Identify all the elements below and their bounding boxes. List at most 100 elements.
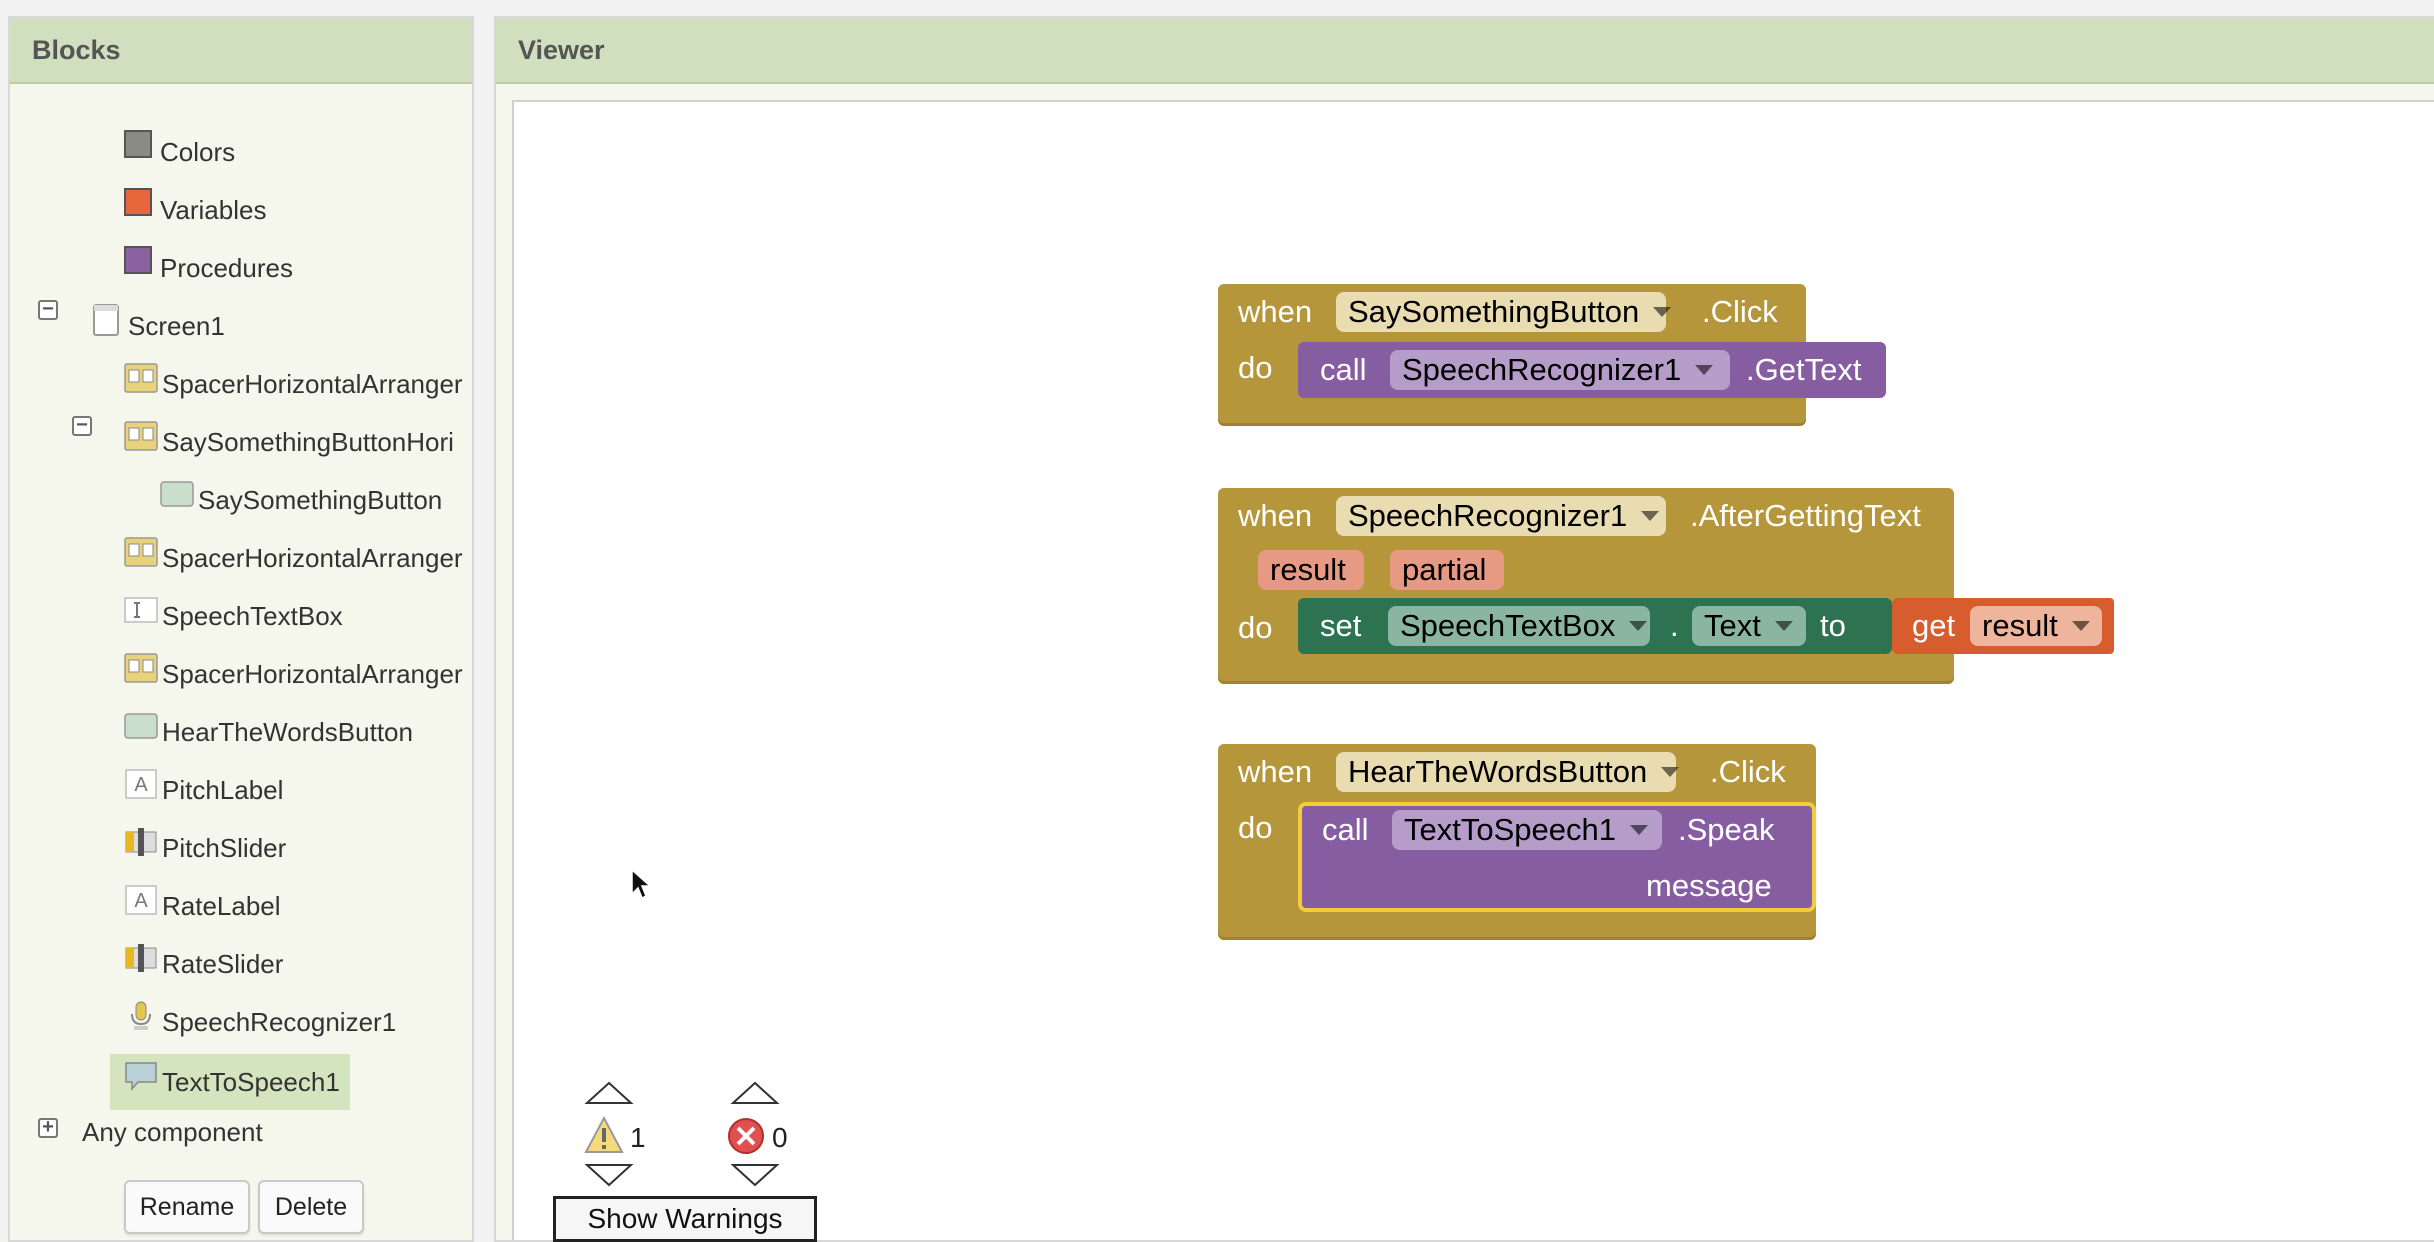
param-result[interactable]: result — [1258, 550, 1364, 590]
call-block-get-text[interactable]: call SpeechRecognizer1 .GetText — [1298, 342, 1886, 398]
param-name: partial — [1402, 552, 1487, 587]
tree-item-label: PitchSlider — [162, 832, 287, 863]
tree-item-colors[interactable]: Colors — [124, 130, 235, 174]
warning-count: 1 — [630, 1122, 646, 1153]
chevron-down-icon — [1629, 825, 1648, 835]
target-dropdown[interactable]: SpeechTextBox — [1388, 606, 1650, 646]
component-dropdown[interactable]: HearTheWordsButton — [1336, 752, 1680, 792]
tree-item-spacer-horizontal-arrangement-3[interactable]: SpacerHorizontalArranger — [124, 652, 463, 696]
tree-item-speech-textbox[interactable]: SpeechTextBox — [124, 594, 343, 638]
tree-item-procedures[interactable]: Procedures — [124, 246, 293, 290]
do-keyword: do — [1238, 610, 1273, 645]
get-variable-block[interactable]: get result — [1892, 598, 2114, 654]
target-dropdown[interactable]: SpeechRecognizer1 — [1390, 350, 1730, 390]
tree-item-any-component[interactable]: Any component — [82, 1110, 263, 1154]
warning-icon — [584, 1116, 624, 1153]
chevron-down-icon — [1629, 621, 1648, 631]
variable-dropdown[interactable]: result — [1970, 606, 2102, 646]
horizontal-arrangement-icon — [124, 653, 158, 683]
tree-item-label: SaySomethingButton — [198, 484, 443, 515]
property-dropdown[interactable]: Text — [1692, 606, 1806, 646]
horizontal-arrangement-icon — [124, 363, 158, 393]
tree-item-spacer-horizontal-arrangement-2[interactable]: SpacerHorizontalArranger — [124, 536, 463, 580]
component-name: SaySomethingButton — [1348, 294, 1640, 329]
do-keyword: do — [1238, 350, 1273, 385]
when-keyword: when — [1238, 498, 1313, 533]
tree-item-label: HearTheWordsButton — [162, 716, 413, 747]
warning-prev-arrow-icon[interactable] — [584, 1080, 634, 1106]
do-keyword: do — [1238, 810, 1273, 845]
when-keyword: when — [1238, 294, 1313, 329]
tree-item-label: SpeechTextBox — [162, 600, 343, 631]
param-partial[interactable]: partial — [1390, 550, 1504, 590]
method-name: .GetText — [1746, 352, 1862, 387]
slider-icon — [125, 944, 157, 972]
tree-item-label: Procedures — [160, 252, 293, 283]
component-dropdown[interactable]: SaySomethingButton — [1336, 292, 1672, 332]
collapse-saysomething-arrangement-toggle[interactable]: − — [72, 415, 92, 436]
tree-item-text-to-speech[interactable]: TextToSpeech1 — [110, 1054, 350, 1110]
tree-item-label: SaySomethingButtonHori — [162, 426, 454, 457]
call-block-speak[interactable]: call TextToSpeech1 .Speak message — [1298, 802, 1816, 912]
event-name: .Click — [1702, 294, 1778, 329]
horizontal-arrangement-icon — [124, 537, 158, 567]
chevron-down-icon — [1774, 621, 1793, 631]
param-name: result — [1270, 552, 1346, 587]
call-keyword: call — [1320, 352, 1367, 387]
to-keyword: to — [1820, 608, 1846, 643]
target-name: SpeechRecognizer1 — [1402, 352, 1682, 387]
error-prev-arrow-icon[interactable] — [730, 1080, 780, 1106]
tree-item-speech-recognizer[interactable]: SpeechRecognizer1 — [124, 1000, 396, 1044]
collapse-screen1-toggle[interactable]: − — [38, 299, 58, 320]
tree-item-spacer-horizontal-arrangement-1[interactable]: SpacerHorizontalArranger — [124, 362, 463, 406]
expand-any-component-toggle[interactable]: + — [38, 1117, 58, 1138]
event-name: .Click — [1710, 754, 1786, 789]
component-tree[interactable]: Colors Variables Procedures − Screen1 Sp… — [10, 86, 472, 1240]
mouse-cursor-icon — [631, 868, 652, 900]
chevron-down-icon — [1661, 767, 1680, 777]
target-dropdown[interactable]: TextToSpeech1 — [1392, 810, 1662, 850]
set-block-textbox-text[interactable]: set SpeechTextBox . Text to — [1298, 598, 1892, 654]
button-icon — [124, 713, 158, 739]
delete-button[interactable]: Delete — [258, 1180, 364, 1234]
button-icon — [160, 481, 194, 507]
slider-icon — [125, 828, 157, 856]
event-block-after-getting-text[interactable]: when SpeechRecognizer1 .AfterGettingText… — [1218, 488, 1954, 684]
svg-text:A: A — [134, 774, 148, 796]
screen-icon — [93, 304, 119, 336]
viewer-panel-title: Viewer — [518, 34, 605, 65]
tree-item-pitch-slider[interactable]: PitchSlider — [124, 826, 286, 870]
label-icon: A — [125, 769, 157, 799]
component-name: HearTheWordsButton — [1348, 754, 1648, 789]
tree-item-label: RateSlider — [162, 948, 284, 979]
component-dropdown[interactable]: SpeechRecognizer1 — [1336, 496, 1666, 536]
tree-item-label: SpeechRecognizer1 — [162, 1006, 397, 1037]
blocks-panel: Blocks Colors Variables Procedures − Scr… — [8, 16, 474, 1242]
tree-item-saysomething-button[interactable]: SaySomethingButton — [160, 478, 442, 522]
warning-next-arrow-icon[interactable] — [584, 1162, 634, 1188]
tree-item-rate-slider[interactable]: RateSlider — [124, 942, 283, 986]
tree-item-label: Variables — [160, 194, 267, 225]
tree-item-variables[interactable]: Variables — [124, 188, 266, 232]
blocks-panel-header: Blocks — [10, 18, 472, 84]
tree-item-pitch-label[interactable]: A PitchLabel — [124, 768, 283, 812]
tree-item-saysomething-arrangement[interactable]: SaySomethingButtonHori — [124, 420, 454, 464]
speech-bubble-icon — [125, 1062, 157, 1092]
variable-name: result — [1982, 608, 2058, 643]
tree-item-label: SpacerHorizontalArranger — [162, 658, 463, 689]
error-next-arrow-icon[interactable] — [730, 1162, 780, 1188]
call-keyword: call — [1322, 812, 1369, 847]
argument-label: message — [1646, 868, 1772, 903]
method-name: .Speak — [1678, 812, 1775, 847]
tree-item-rate-label[interactable]: A RateLabel — [124, 884, 281, 928]
property-name: Text — [1704, 608, 1761, 643]
when-keyword: when — [1238, 754, 1313, 789]
get-keyword: get — [1912, 608, 1956, 643]
tree-item-screen1[interactable]: Screen1 — [90, 304, 225, 348]
tree-item-label: SpacerHorizontalArranger — [162, 542, 463, 573]
rename-button[interactable]: Rename — [124, 1180, 250, 1234]
show-warnings-button[interactable]: Show Warnings — [553, 1196, 817, 1242]
textbox-icon — [124, 597, 158, 623]
tree-item-hearthewords-button[interactable]: HearTheWordsButton — [124, 710, 413, 754]
microphone-icon — [131, 1001, 151, 1030]
